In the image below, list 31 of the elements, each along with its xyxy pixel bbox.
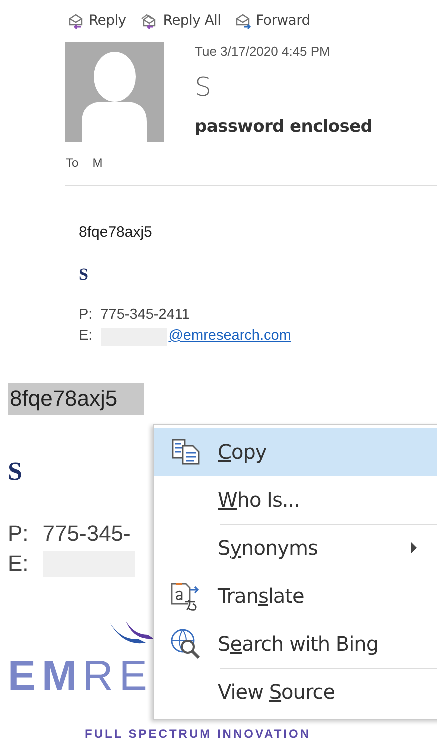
logo-tagline: FULL SPECTRUM INNOVATION xyxy=(85,727,311,741)
logo-wave-drawing xyxy=(108,619,156,645)
email-label: E: xyxy=(8,550,29,578)
menu-item[interactable]: Copy xyxy=(154,428,437,476)
phone-label: P: xyxy=(79,306,93,325)
email-link[interactable]: @emresearch.com xyxy=(168,326,292,347)
menu-item[interactable]: Translate xyxy=(154,572,437,620)
toolbar-button[interactable]: Forward xyxy=(235,10,310,32)
phone-number: 775-345- xyxy=(42,520,131,548)
submenu-arrow-icon xyxy=(410,542,418,554)
menu-item[interactable]: Who Is... xyxy=(154,476,437,524)
translate-icon xyxy=(170,580,202,612)
envelope-arrow-icon xyxy=(235,13,252,29)
message-date: Tue 3/17/2020 4:45 PM xyxy=(195,44,330,60)
web-search-icon xyxy=(170,628,202,660)
toolbar-button[interactable]: Reply All xyxy=(140,10,222,32)
signature-name: S xyxy=(79,265,88,285)
message-subject: password enclosed xyxy=(195,116,373,138)
phone-number: 775-345-2411 xyxy=(100,306,190,325)
recipient-name: M xyxy=(92,156,103,170)
phone-label: P: xyxy=(8,520,29,548)
menu-item[interactable]: Search with Bing xyxy=(154,620,437,668)
selected-text: 8fqe78axj5 xyxy=(8,383,144,415)
copy-icon xyxy=(171,438,201,466)
email-label: E: xyxy=(79,327,93,346)
toolbar-button[interactable]: Reply xyxy=(68,10,126,32)
to-label: To xyxy=(66,156,79,170)
message-text: 8fqe78axj5 xyxy=(79,224,152,241)
sender-name: S xyxy=(195,73,212,103)
signature-name: S xyxy=(8,457,22,487)
envelope-arrow-icon xyxy=(68,13,85,29)
